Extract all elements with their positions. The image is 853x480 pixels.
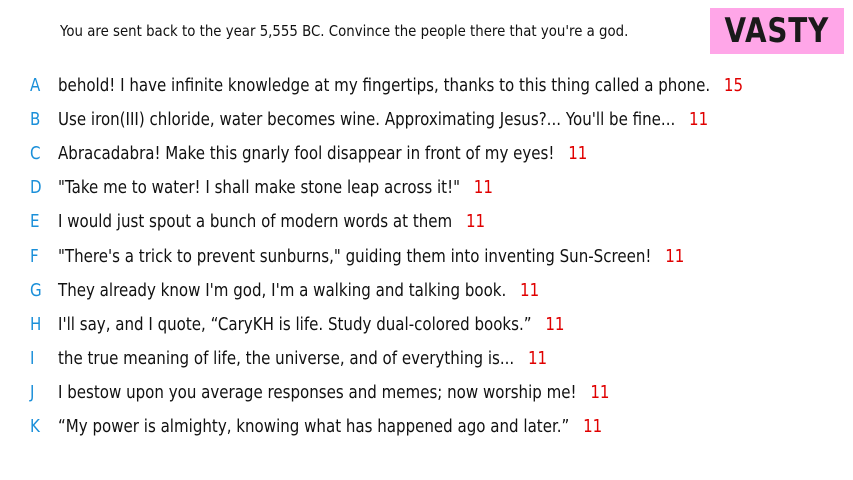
response-letter: F bbox=[30, 247, 39, 267]
response-text: "There's a trick to prevent sunburns," g… bbox=[58, 247, 652, 267]
response-letter: C bbox=[30, 144, 41, 164]
response-score: 15 bbox=[723, 76, 744, 96]
response-text: I would just spout a bunch of modern wor… bbox=[58, 212, 453, 232]
response-row-f: F "There's a trick to prevent sunburns,"… bbox=[30, 242, 786, 272]
response-text: I'll say, and I quote, “CaryKH is life. … bbox=[58, 315, 532, 335]
response-score: 11 bbox=[568, 144, 588, 164]
vasty-badge: VASTY bbox=[710, 8, 844, 54]
response-row-c: C Abracadabra! Make this gnarly fool dis… bbox=[30, 139, 674, 169]
response-row-h: H I'll say, and I quote, “CaryKH is life… bbox=[30, 310, 647, 340]
response-score: 11 bbox=[665, 247, 685, 267]
response-letter: B bbox=[30, 110, 41, 130]
response-score: 11 bbox=[465, 212, 486, 232]
response-letter: H bbox=[30, 315, 42, 335]
response-row-g: G They already know I'm god, I'm a walki… bbox=[30, 276, 618, 306]
response-text: “My power is almighty, knowing what has … bbox=[58, 417, 570, 437]
response-row-a: A behold! I have infinite knowledge at m… bbox=[30, 71, 853, 101]
response-letter: I bbox=[30, 349, 35, 369]
response-text: the true meaning of life, the universe, … bbox=[58, 349, 515, 369]
response-text: "Take me to water! I shall make stone le… bbox=[58, 178, 461, 198]
response-score: 11 bbox=[689, 110, 709, 130]
response-score: 11 bbox=[545, 315, 565, 335]
response-letter: J bbox=[30, 383, 35, 403]
response-letter: G bbox=[30, 281, 42, 301]
response-row-k: K “My power is almighty, knowing what ha… bbox=[30, 412, 691, 442]
response-text: I bestow upon you average responses and … bbox=[58, 383, 577, 403]
response-row-i: I the true meaning of life, the universe… bbox=[30, 344, 627, 374]
response-score: 11 bbox=[473, 178, 493, 198]
response-score: 11 bbox=[527, 349, 548, 369]
response-letter: E bbox=[30, 212, 40, 232]
response-text: They already know I'm god, I'm a walking… bbox=[58, 281, 507, 301]
response-row-e: E I would just spout a bunch of modern w… bbox=[30, 207, 555, 237]
response-letter: A bbox=[30, 76, 41, 96]
response-text: Use iron(III) chloride, water becomes wi… bbox=[58, 110, 676, 130]
response-row-b: B Use iron(III) chloride, water becomes … bbox=[30, 105, 814, 135]
prompt-text: You are sent back to the year 5,555 BC. … bbox=[60, 22, 629, 40]
response-text: behold! I have infinite knowledge at my … bbox=[58, 76, 711, 96]
response-row-j: J I bestow upon you average responses an… bbox=[30, 378, 699, 408]
response-score: 11 bbox=[520, 281, 540, 301]
badge-label: VASTY bbox=[724, 11, 830, 51]
response-text: Abracadabra! Make this gnarly fool disap… bbox=[58, 144, 555, 164]
response-score: 11 bbox=[590, 383, 610, 403]
response-score: 11 bbox=[583, 417, 603, 437]
response-letter: D bbox=[30, 178, 42, 198]
response-row-d: D "Take me to water! I shall make stone … bbox=[30, 173, 564, 203]
response-letter: K bbox=[30, 417, 40, 437]
